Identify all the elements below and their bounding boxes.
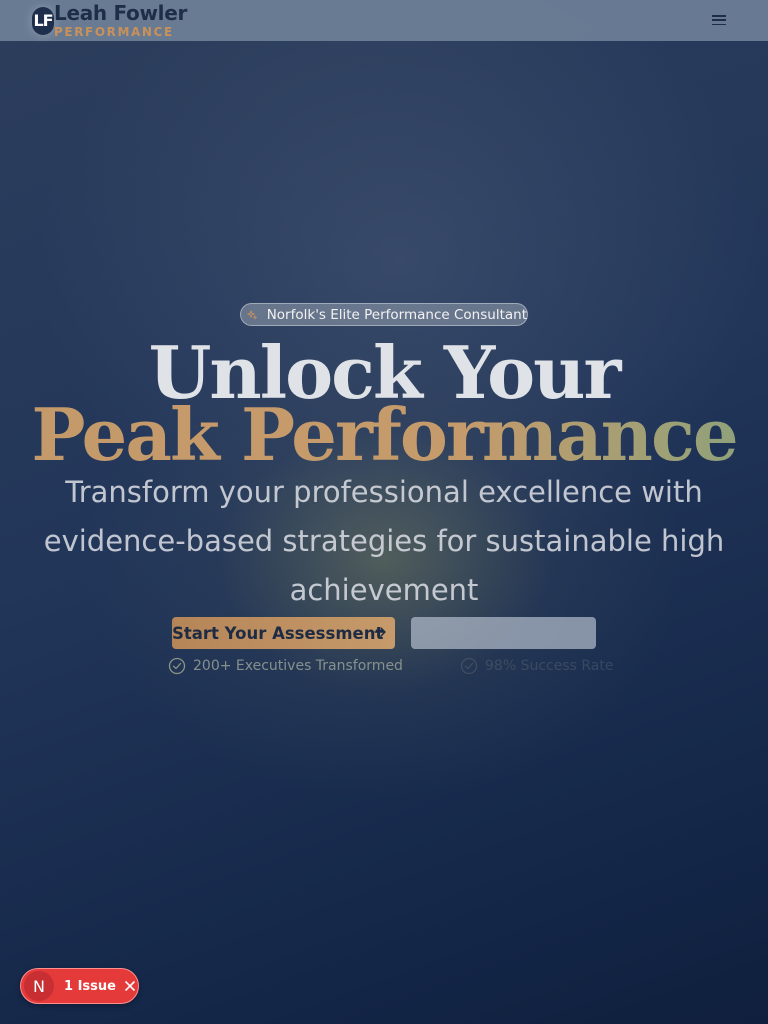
logo-initials: LF (33, 11, 53, 30)
start-assessment-button[interactable]: Start Your Assessment (172, 617, 395, 649)
stat-success-rate-text: 98% Success Rate (485, 658, 614, 674)
check-circle-icon (168, 657, 186, 675)
check-circle-icon (460, 657, 478, 675)
secondary-cta-button[interactable] (411, 617, 596, 649)
issue-count-label: 1 Issue (64, 978, 116, 994)
stat-executives: 200+ Executives Transformed (168, 657, 403, 675)
stat-executives-text: 200+ Executives Transformed (193, 658, 403, 674)
top-navbar: LF Leah Fowler PERFORMANCE (0, 0, 768, 41)
start-assessment-label: Start Your Assessment (172, 623, 384, 643)
logo-name: Leah Fowler (54, 1, 188, 25)
hero-subtitle: Transform your professional excellence w… (43, 475, 725, 607)
issues-badge[interactable]: N 1 Issue (20, 968, 139, 1004)
tagline-text: Norfolk's Elite Performance Consultant (266, 306, 527, 323)
stat-success-rate: 98% Success Rate (460, 657, 613, 675)
logo-subtitle: PERFORMANCE (54, 25, 174, 39)
sparkles-icon (247, 309, 258, 319)
hamburger-menu-icon[interactable] (712, 13, 726, 27)
logo-wordmark[interactable]: Leah Fowler PERFORMANCE (54, 3, 187, 38)
arrow-right-icon (374, 627, 386, 637)
logo-badge[interactable]: LF (32, 6, 54, 35)
close-icon[interactable] (124, 980, 136, 992)
headline-line-2: Peak Performance (0, 392, 768, 477)
issue-avatar: N (24, 971, 54, 1001)
tagline-pill: Norfolk's Elite Performance Consultant (240, 303, 528, 326)
